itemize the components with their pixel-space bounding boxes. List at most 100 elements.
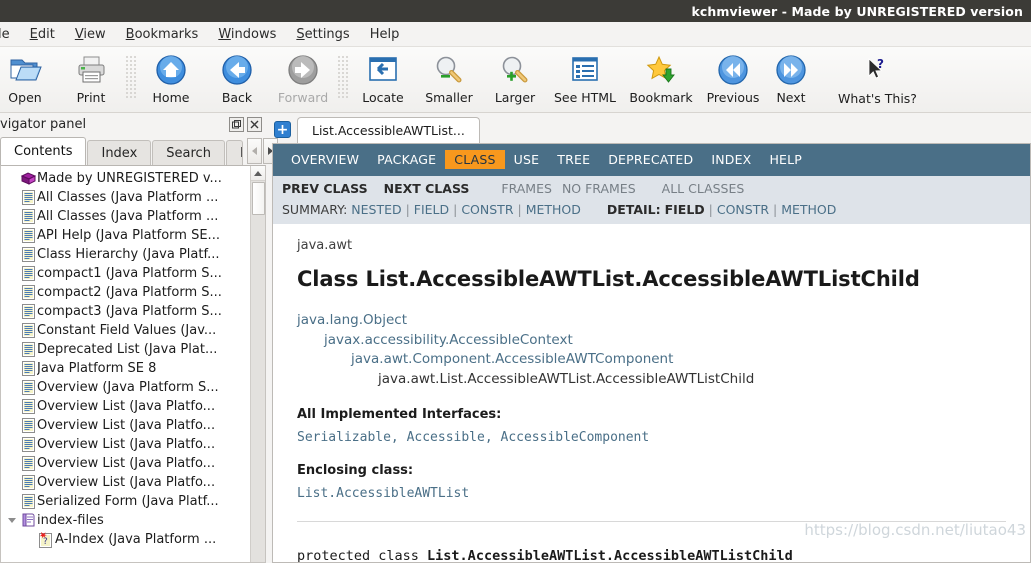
toolbar-bookmark-button[interactable]: Bookmark (622, 51, 700, 105)
tree-item-label: index-files (37, 513, 104, 528)
close-panel-icon[interactable] (247, 116, 262, 132)
toolbar-print-button[interactable]: Print (58, 51, 124, 105)
tree-item[interactable]: Deprecated List (Java Plat... (1, 340, 250, 359)
detail-method-link[interactable]: METHOD (781, 202, 836, 217)
menu-view[interactable]: View (65, 24, 116, 45)
javadoc-summary-bar: SUMMARY: NESTED | FIELD | CONSTR | METHO… (273, 200, 1030, 224)
menu-help[interactable]: Help (360, 24, 410, 45)
svg-text:?: ? (43, 537, 48, 547)
navigator-tabstrip: Contents Index Search Bo (0, 135, 278, 165)
forward-arrow-icon (286, 53, 320, 87)
implemented-interfaces-value[interactable]: Serializable, Accessible, AccessibleComp… (297, 430, 1006, 445)
nav-overview[interactable]: OVERVIEW (282, 150, 368, 169)
toolbar-next-button[interactable]: Next (766, 51, 816, 105)
page-icon (19, 323, 37, 338)
detail-field-link[interactable]: FIELD (665, 202, 705, 217)
menu-settings[interactable]: Settings (286, 24, 359, 45)
frames-link[interactable]: FRAMES (501, 181, 552, 196)
contents-tree[interactable]: Made by UNREGISTERED v... All Classes (Ja… (1, 166, 250, 562)
menu-file[interactable]: le (0, 24, 20, 45)
detail-constr-link[interactable]: CONSTR (717, 202, 769, 217)
html-viewport: OVERVIEW PACKAGE CLASS USE TREE DEPRECAT… (272, 143, 1031, 563)
contents-tree-scrollbar[interactable] (250, 166, 265, 562)
inheritance-level-2[interactable]: java.awt.Component.AccessibleAWTComponen… (297, 350, 1006, 370)
scroll-up-button[interactable] (250, 166, 265, 181)
tree-item[interactable]: All Classes (Java Platform ... (1, 188, 250, 207)
inheritance-level-1[interactable]: javax.accessibility.AccessibleContext (297, 331, 1006, 351)
content-divider (297, 521, 1006, 522)
tree-item[interactable]: Overview List (Java Platfo... (1, 397, 250, 416)
summary-field-link[interactable]: FIELD (414, 202, 449, 217)
prev-class-link[interactable]: PREV CLASS (282, 181, 368, 196)
tree-item-label: Overview List (Java Platfo... (37, 399, 216, 414)
browser-tab-active[interactable]: List.AccessibleAWTList... (297, 117, 480, 143)
menu-bookmarks[interactable]: Bookmarks (116, 24, 209, 45)
tree-item[interactable]: Overview List (Java Platfo... (1, 454, 250, 473)
tree-item[interactable]: compact2 (Java Platform S... (1, 283, 250, 302)
tree-item[interactable]: Constant Field Values (Jav... (1, 321, 250, 340)
toolbar-open-label: Open (8, 90, 42, 105)
nav-class[interactable]: CLASS (445, 150, 505, 169)
toolbar-smaller-label: Smaller (425, 90, 473, 105)
tree-item[interactable]: Java Platform SE 8 (1, 359, 250, 378)
expander-triangle-icon[interactable] (5, 518, 19, 523)
page-icon (19, 209, 37, 224)
toolbar-smaller-button[interactable]: Smaller (416, 51, 482, 105)
tree-item-label: Class Hierarchy (Java Platf... (37, 247, 220, 262)
toolbar-larger-button[interactable]: Larger (482, 51, 548, 105)
tree-item[interactable]: Overview List (Java Platfo... (1, 473, 250, 492)
toolbar-see-html-button[interactable]: See HTML (548, 51, 622, 105)
toolbar-whats-this-button[interactable]: ? What's This? (838, 51, 917, 106)
tab-bookmarks[interactable]: Bo (225, 140, 243, 165)
page-icon (19, 342, 37, 357)
enclosing-class-value[interactable]: List.AccessibleAWTList (297, 486, 1006, 501)
nav-use[interactable]: USE (505, 150, 549, 169)
summary-nested-link[interactable]: NESTED (351, 202, 401, 217)
tree-item[interactable]: API Help (Java Platform SE... (1, 226, 250, 245)
zoom-out-icon (432, 53, 466, 87)
javadoc-content: java.awt Class List.AccessibleAWTList.Ac… (273, 224, 1030, 562)
scrollbar-thumb[interactable] (251, 182, 265, 215)
toolbar-forward-button[interactable]: Forward (270, 51, 336, 105)
tab-contents[interactable]: Contents (0, 137, 87, 165)
tree-item[interactable]: Class Hierarchy (Java Platf... (1, 245, 250, 264)
nav-tree[interactable]: TREE (548, 150, 599, 169)
nav-deprecated[interactable]: DEPRECATED (599, 150, 702, 169)
tree-item[interactable]: compact1 (Java Platform S... (1, 264, 250, 283)
tab-index[interactable]: Index (87, 140, 152, 165)
zoom-in-icon (498, 53, 532, 87)
inheritance-level-0[interactable]: java.lang.Object (297, 311, 1006, 331)
toolbar-locate-button[interactable]: Locate (350, 51, 416, 105)
summary-constr-link[interactable]: CONSTR (461, 202, 513, 217)
add-tab-button[interactable]: + (274, 121, 291, 138)
tree-item[interactable]: Overview List (Java Platfo... (1, 416, 250, 435)
no-frames-link[interactable]: NO FRAMES (562, 181, 636, 196)
menu-edit[interactable]: Edit (20, 24, 65, 45)
nav-help[interactable]: HELP (760, 150, 811, 169)
tree-item[interactable]: Overview (Java Platform S... (1, 378, 250, 397)
float-panel-icon[interactable] (229, 116, 244, 132)
navigator-panel-titlebar: vigator panel (0, 113, 266, 135)
menu-windows[interactable]: Windows (208, 24, 286, 45)
toolbar-open-button[interactable]: Open (0, 51, 58, 105)
tree-item[interactable]: Serialized Form (Java Platf... (1, 492, 250, 511)
tab-search[interactable]: Search (152, 140, 225, 165)
all-classes-link[interactable]: ALL CLASSES (662, 181, 745, 196)
toolbar-home-button[interactable]: Home (138, 51, 204, 105)
next-class-link[interactable]: NEXT CLASS (384, 181, 470, 196)
tree-item-label: Made by UNREGISTERED v... (37, 171, 222, 186)
toolbar-bookmark-label: Bookmark (629, 90, 693, 105)
tree-item[interactable]: All Classes (Java Platform ... (1, 207, 250, 226)
nav-index[interactable]: INDEX (702, 150, 760, 169)
summary-method-link[interactable]: METHOD (526, 202, 581, 217)
nav-package[interactable]: PACKAGE (368, 150, 445, 169)
tree-item[interactable]: compact3 (Java Platform S... (1, 302, 250, 321)
toolbar-back-button[interactable]: Back (204, 51, 270, 105)
toolbar-previous-button[interactable]: Previous (700, 51, 766, 105)
tab-scroll-left-button[interactable] (246, 138, 262, 164)
tree-item[interactable]: Overview List (Java Platfo... (1, 435, 250, 454)
tree-item[interactable]: index-files (1, 511, 250, 530)
tree-item[interactable]: ? A-Index (Java Platform ... (1, 530, 250, 549)
tree-item[interactable]: Made by UNREGISTERED v... (1, 169, 250, 188)
tree-item-label: compact3 (Java Platform S... (37, 304, 222, 319)
